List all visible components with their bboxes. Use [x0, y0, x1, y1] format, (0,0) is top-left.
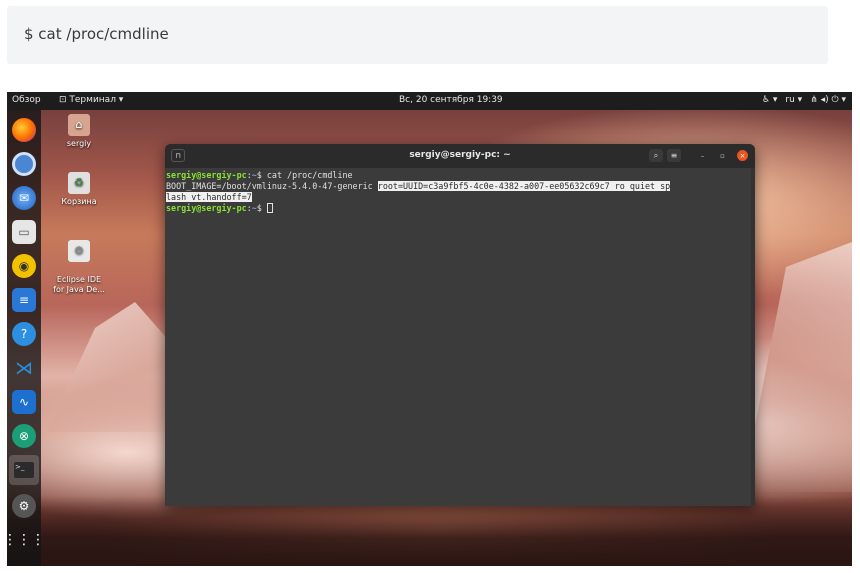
thunderbird-icon[interactable]: ✉ — [12, 186, 36, 210]
command-text: $ — [256, 203, 267, 213]
trash[interactable]: ♻ Корзина — [47, 172, 111, 207]
system-tray: ♿︎ ▾ ru ▾ ⋔ ◂) ⏻ ▾ — [762, 95, 846, 105]
output-text: BOOT_IMAGE=/boot/vmlinuz-5.4.0-47-generi… — [166, 181, 378, 191]
terminal-header[interactable]: ⊓ sergiy@sergiy-pc: ~ ⌕ ≡ – ▫ × — [165, 144, 755, 168]
system-menu[interactable]: ⋔ ◂) ⏻ ▾ — [810, 95, 846, 105]
desktop-icon-label: Корзина — [61, 197, 97, 206]
files-icon[interactable]: ▭ — [12, 220, 36, 244]
settings-icon[interactable]: ⚙ — [12, 494, 36, 518]
terminal-line: sergiy@sergiy-pc:~$ — [166, 203, 755, 214]
mountain-decoration — [742, 242, 852, 492]
close-icon[interactable]: × — [737, 150, 748, 161]
trash-icon: ♻ — [68, 172, 90, 194]
app-icon[interactable]: ⊗ — [12, 424, 36, 448]
chromium-icon[interactable] — [12, 152, 36, 176]
terminal-line: sergiy@sergiy-pc:~$ cat /proc/cmdline — [166, 170, 755, 181]
terminal-line: lash vt.handoff=7 — [166, 192, 755, 203]
command-text: $ cat /proc/cmdline — [256, 170, 353, 180]
dock: ✉ ▭ ◉ ≡ ? ⋊ ∿ ⊗ >_ ⚙ ⋮⋮⋮ — [7, 110, 45, 566]
home-folder-icon: ⌂ — [68, 114, 90, 136]
home-folder[interactable]: ⌂ sergiy — [47, 114, 111, 149]
activities-button[interactable]: Обзор — [12, 95, 41, 105]
vscode-icon[interactable]: ⋊ — [12, 356, 36, 380]
minimize-icon[interactable]: – — [697, 150, 708, 161]
help-icon[interactable]: ? — [12, 322, 36, 346]
selected-text: root=UUID=c3a9fbf5-4c0e-4382-a007-ee0563… — [377, 181, 671, 191]
menu-icon[interactable]: ≡ — [667, 149, 681, 162]
search-icon[interactable]: ⌕ — [649, 149, 663, 162]
command-text: $ cat /proc/cmdline — [24, 25, 169, 43]
eclipse-icon: ⚙ — [68, 240, 90, 262]
cursor — [266, 203, 273, 213]
firefox-icon[interactable] — [12, 118, 36, 142]
scrollbar[interactable] — [751, 168, 755, 506]
top-panel: Обзор ⊡ Терминал ▾ Вс, 20 сентября 19:39… — [7, 92, 852, 110]
maximize-icon[interactable]: ▫ — [717, 150, 728, 161]
desktop-icon-label: sergiy — [66, 139, 92, 148]
desktop-screenshot: Обзор ⊡ Терминал ▾ Вс, 20 сентября 19:39… — [7, 92, 852, 566]
code-block: $ cat /proc/cmdline — [7, 6, 828, 64]
language-menu[interactable]: ru ▾ — [785, 95, 802, 105]
prompt-user: sergiy@sergiy-pc — [166, 170, 247, 180]
prompt-user: sergiy@sergiy-pc — [166, 203, 247, 213]
terminal-output[interactable]: sergiy@sergiy-pc:~$ cat /proc/cmdline BO… — [165, 168, 755, 506]
app-menu[interactable]: ⊡ Терминал ▾ — [59, 95, 123, 105]
desktop-icon-label: Eclipse IDE for Java De... — [53, 275, 105, 294]
writer-icon[interactable]: ≡ — [12, 288, 36, 312]
show-apps-icon[interactable]: ⋮⋮⋮ — [7, 528, 45, 552]
eclipse-launcher[interactable]: ⚙ Eclipse IDE for Java De... — [47, 230, 111, 305]
system-monitor-icon[interactable]: ∿ — [12, 390, 36, 414]
terminal-icon[interactable]: >_ — [9, 455, 39, 485]
clock[interactable]: Вс, 20 сентября 19:39 — [399, 95, 503, 105]
selected-text: lash vt.handoff=7 — [166, 192, 252, 202]
rhythmbox-icon[interactable]: ◉ — [12, 254, 36, 278]
terminal-window[interactable]: ⊓ sergiy@sergiy-pc: ~ ⌕ ≡ – ▫ × sergiy@s… — [165, 144, 755, 506]
terminal-line: BOOT_IMAGE=/boot/vmlinuz-5.4.0-47-generi… — [166, 181, 755, 192]
forest-decoration — [7, 496, 852, 566]
accessibility-menu[interactable]: ♿︎ ▾ — [762, 95, 777, 105]
